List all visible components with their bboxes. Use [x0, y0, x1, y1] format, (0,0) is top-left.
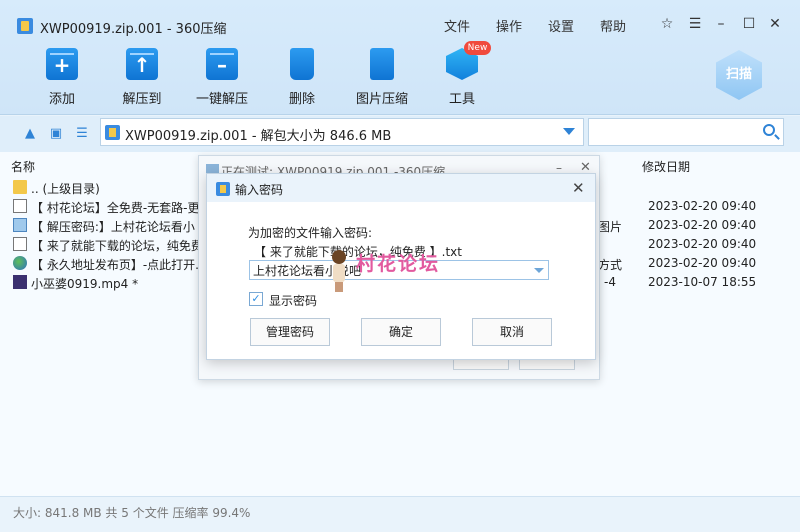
file-date: 2023-10-07 18:55	[648, 275, 757, 289]
add-button[interactable]: + 添加	[22, 48, 102, 107]
delete-icon	[290, 48, 314, 80]
window-title: XWP00919.zip.001 - 360压缩	[40, 22, 227, 37]
chevron-down-icon[interactable]	[534, 268, 544, 273]
address-row: ▲ ▣ ☰ XWP00919.zip.001 - 解包大小为 846.6 MB	[0, 116, 800, 152]
close-icon[interactable]: ✕	[765, 14, 785, 34]
mascot-image	[329, 250, 349, 292]
image-compress-button[interactable]: 图片压缩	[342, 48, 422, 107]
tools-button[interactable]: 工具	[422, 48, 502, 107]
minimize-icon[interactable]: –	[711, 14, 731, 34]
status-text: 大小: 841.8 MB 共 5 个文件 压缩率 99.4%	[13, 506, 251, 520]
mascot-body	[333, 264, 345, 282]
window-header: XWP00919.zip.001 - 360压缩 文件 操作 设置 帮助 ☆ ☰…	[0, 0, 800, 115]
txt-file-icon	[13, 237, 27, 251]
menu-help[interactable]: 帮助	[600, 16, 626, 35]
cancel-button[interactable]: 取消	[472, 318, 552, 346]
one-click-extract-icon: –	[206, 48, 238, 80]
menu-operate[interactable]: 操作	[496, 16, 522, 35]
new-badge: New	[464, 41, 491, 55]
image-compress-icon	[370, 48, 394, 80]
file-date: 2023-02-20 09:40	[648, 218, 757, 232]
one-click-extract-button[interactable]: – 一键解压	[182, 48, 262, 107]
list-view-icon[interactable]: ☰	[75, 127, 89, 141]
app-icon	[17, 18, 33, 34]
maximize-icon[interactable]: ☐	[739, 14, 759, 34]
dialog-titlebar: 输入密码 ✕	[207, 174, 595, 202]
ok-button[interactable]: 确定	[361, 318, 441, 346]
file-extra: -4	[604, 275, 616, 289]
password-prompt: 为加密的文件输入密码:	[248, 226, 373, 240]
tools-label: 工具	[448, 92, 475, 107]
jpg-file-icon	[13, 218, 27, 232]
txt-file-icon	[13, 199, 27, 213]
column-header-date[interactable]: 修改日期	[642, 158, 690, 175]
file-extra: 方式	[598, 258, 623, 272]
url-file-icon	[13, 256, 27, 270]
folder-icon	[13, 180, 27, 194]
image-compress-label: 图片压缩	[355, 92, 408, 107]
delete-button[interactable]: 删除	[262, 48, 342, 107]
manage-password-button[interactable]: 管理密码	[250, 318, 330, 346]
add-icon: +	[46, 48, 78, 80]
file-name: 【 永久地址发布页】-点此打开.	[31, 258, 199, 272]
mp4-file-icon	[13, 275, 27, 289]
extract-to-button[interactable]: ↑ 解压到	[102, 48, 182, 107]
mascot-head	[332, 250, 346, 264]
add-label: 添加	[48, 92, 75, 107]
file-name: .. (上级目录)	[31, 182, 100, 196]
close-icon[interactable]: ✕	[572, 179, 585, 197]
watermark: 村花论坛	[356, 253, 441, 275]
address-path: XWP00919.zip.001 - 解包大小为 846.6 MB	[125, 129, 392, 144]
scan-button[interactable]: 扫描	[716, 50, 762, 100]
file-date: 2023-02-20 09:40	[648, 237, 757, 251]
status-bar: 大小: 841.8 MB 共 5 个文件 压缩率 99.4%	[0, 496, 800, 532]
archive-icon	[216, 182, 230, 196]
up-level-icon[interactable]: ▲	[23, 127, 37, 141]
delete-label: 删除	[288, 92, 315, 107]
search-input[interactable]	[588, 118, 784, 146]
thumbnail-view-icon[interactable]: ▣	[49, 127, 63, 141]
extract-to-label: 解压到	[122, 92, 162, 107]
menu-icon[interactable]: ☰	[685, 14, 705, 34]
extract-to-icon: ↑	[126, 48, 158, 80]
file-extra: 图片	[598, 220, 623, 234]
dialog-title: 输入密码	[235, 183, 284, 197]
search-icon[interactable]	[763, 124, 775, 136]
file-date: 2023-02-20 09:40	[648, 199, 757, 213]
file-name: 小巫婆0919.mp4 *	[31, 277, 139, 291]
archive-icon	[105, 125, 120, 140]
file-name: 【 村花论坛】全免费-无套路-更	[31, 201, 200, 215]
column-header-name[interactable]: 名称	[11, 158, 35, 175]
address-bar[interactable]: XWP00919.zip.001 - 解包大小为 846.6 MB	[100, 118, 584, 146]
show-password-label: 显示密码	[269, 294, 318, 308]
skin-icon[interactable]: ☆	[657, 14, 677, 34]
chevron-down-icon[interactable]	[563, 128, 575, 135]
file-name: 【 解压密码:】上村花论坛看小	[31, 220, 195, 234]
menu-file[interactable]: 文件	[444, 16, 470, 35]
show-password-checkbox[interactable]: ✓	[249, 292, 263, 306]
mascot-legs	[335, 282, 343, 292]
one-click-extract-label: 一键解压	[195, 92, 248, 107]
menu-settings[interactable]: 设置	[548, 16, 574, 35]
file-name: 【 来了就能下载的论坛，纯免费	[31, 239, 203, 253]
file-date: 2023-02-20 09:40	[648, 256, 757, 270]
